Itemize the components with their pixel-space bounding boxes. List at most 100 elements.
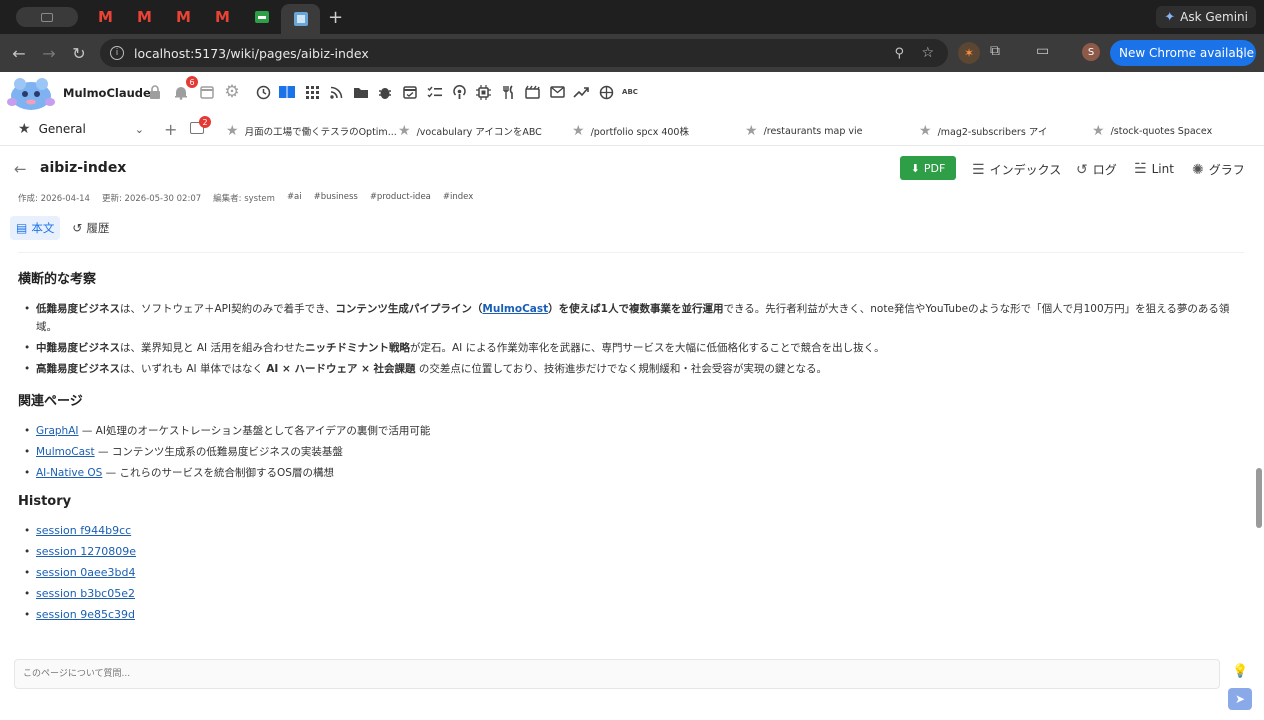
back-icon[interactable]: ← [4,44,34,63]
browser-tab-app[interactable] [242,4,281,30]
tag-chip[interactable]: #business [314,192,358,206]
editor-name: 編集者: system [213,194,275,204]
site-info-icon[interactable]: i [110,46,124,60]
restaurant-icon[interactable] [498,82,518,102]
bookmark-star-icon[interactable]: ☆ [921,45,934,61]
pinned-item[interactable]: ★ /restaurants map vie [745,122,863,140]
forward-icon[interactable]: → [34,44,64,63]
star-icon: ★ [745,123,758,139]
send-button[interactable]: ➤ [1228,688,1252,710]
chip-icon[interactable] [473,82,493,102]
extensions-puzzle-icon[interactable]: ⧉ [990,43,1000,59]
app-name: MulmoClaude [63,86,151,100]
search-icon[interactable]: ⚲ [894,46,904,61]
mail-icon[interactable] [547,82,567,102]
pinned-item[interactable]: ★ /portfolio spcx 400株 [572,122,689,140]
checklist-icon[interactable] [424,82,444,102]
movie-icon[interactable] [522,82,542,102]
browser-tab-gmail-3[interactable]: M [164,4,203,30]
tab-history[interactable]: ↺ 履歴 [66,216,115,240]
log-button[interactable]: ↺ ログ [1076,161,1117,178]
mulmo-logo-icon [7,78,55,110]
tab-search-button[interactable] [16,7,78,27]
session-link[interactable]: session f944b9cc [36,524,131,537]
rss-icon[interactable] [326,82,346,102]
reload-icon[interactable]: ↻ [64,44,94,63]
calendar-icon[interactable] [197,82,217,102]
add-session-button[interactable]: + [164,120,177,139]
tab-body[interactable]: ▤ 本文 [10,216,61,240]
pdf-button[interactable]: ⬇ PDF [900,156,956,180]
related-link[interactable]: GraphAI [36,425,79,437]
list-item: GraphAI — AI処理のオーケストレーション基盤として各アイデアの裏側で活… [18,422,1246,440]
bold-text: 中難易度ビジネス [36,342,120,354]
graph-label: グラフ [1208,163,1245,177]
list-icon: ☰ [972,161,985,178]
drawer-badge: 2 [199,116,211,128]
folder-icon[interactable] [351,82,371,102]
body-text: の交差点に位置しており、技術進歩だけでなく規制緩和・社会受容が実現の鍵となる。 [415,363,828,375]
pinned-item[interactable]: ★ 月面の工場で働くテスラのOptim... [226,122,397,140]
new-tab-button[interactable]: + [328,7,343,28]
reading-mode-icon[interactable]: ▭ [1036,43,1049,59]
url-text[interactable]: localhost:5173/wiki/pages/aibiz-index [134,46,369,61]
apps-grid-icon[interactable] [302,82,322,102]
session-link[interactable]: session b3bc05e2 [36,587,135,600]
settings-gear-icon[interactable]: ⚙ [222,82,242,102]
chat-input-box[interactable] [14,659,1220,689]
related-link[interactable]: MulmoCast [36,446,95,458]
tag-chip[interactable]: #index [443,192,473,206]
body-text: が定石。AI による作業効率化を武器に、専門サービスを大幅に低価格化することで競… [409,342,885,354]
session-link[interactable]: session 1270809e [36,545,136,558]
extension-icon[interactable]: ✶ [958,42,980,64]
vocabulary-abc-icon[interactable]: ABC [620,82,640,102]
tag-chip[interactable]: #ai [287,192,302,206]
star-icon: ★ [572,123,585,139]
calendar-check-icon[interactable] [400,82,420,102]
scrollbar[interactable] [1254,468,1264,532]
profile-avatar[interactable]: S [1082,43,1100,61]
list-item: session 1270809e [18,543,1246,561]
history-icon: ↺ [72,221,83,235]
bug-icon[interactable] [375,82,395,102]
menu-dots-icon[interactable]: ⋮ [1235,46,1248,61]
lock-icon[interactable] [145,82,165,102]
index-button[interactable]: ☰ インデックス [972,161,1061,178]
pinned-item[interactable]: ★ /stock-quotes Spacex [1092,122,1212,140]
ask-gemini-label: Ask Gemini [1180,10,1248,24]
pinned-item[interactable]: ★ /vocabulary アイコンをABC [398,122,542,140]
update-chrome-button[interactable]: New Chrome available ⋮ [1110,40,1256,66]
star-icon: ★ [226,123,239,139]
back-arrow-icon[interactable]: ← [14,160,27,178]
globe-icon[interactable] [596,82,616,102]
scrollbar-thumb[interactable] [1256,468,1262,528]
podcast-icon[interactable] [449,82,469,102]
lightbulb-icon[interactable]: 💡 [1232,664,1248,679]
lint-button[interactable]: ☱ Lint [1134,161,1174,177]
lint-icon: ☱ [1134,161,1147,177]
gemini-icon: ✦ [1164,9,1176,25]
trending-up-icon[interactable] [571,82,591,102]
pinned-item-label: /vocabulary アイコンをABC [416,127,542,138]
pinned-item[interactable]: ★ /mag2-subscribers アイ [919,122,1047,140]
browser-tab-gmail-1[interactable]: M [86,4,125,30]
ask-gemini-button[interactable]: ✦ Ask Gemini [1156,6,1256,28]
workspace-selector[interactable]: ★ General ⌄ [10,117,152,141]
browser-tab-gmail-2[interactable]: M [125,4,164,30]
chat-input[interactable] [15,660,1219,688]
wiki-book-icon[interactable] [277,82,297,102]
browser-tab-active[interactable] [281,4,320,34]
tag-chip[interactable]: #product-idea [370,192,431,206]
related-link[interactable]: AI-Native OS [36,467,102,479]
history-clock-icon[interactable] [253,82,273,102]
session-link[interactable]: session 9e85c39d [36,608,135,621]
graph-button[interactable]: ✺ グラフ [1192,161,1245,178]
list-item: AI-Native OS — これらのサービスを統合制御するOS層の構想 [18,464,1246,482]
address-bar[interactable]: i localhost:5173/wiki/pages/aibiz-index … [100,39,948,67]
graph-icon: ✺ [1192,161,1204,178]
mulmocast-link[interactable]: MulmoCast [482,303,548,315]
session-link[interactable]: session 0aee3bd4 [36,566,135,579]
history-icon: ↺ [1076,161,1088,178]
browser-tab-gmail-4[interactable]: M [203,4,242,30]
bold-text: AI × ハードウェア × 社会課題 [266,363,416,375]
